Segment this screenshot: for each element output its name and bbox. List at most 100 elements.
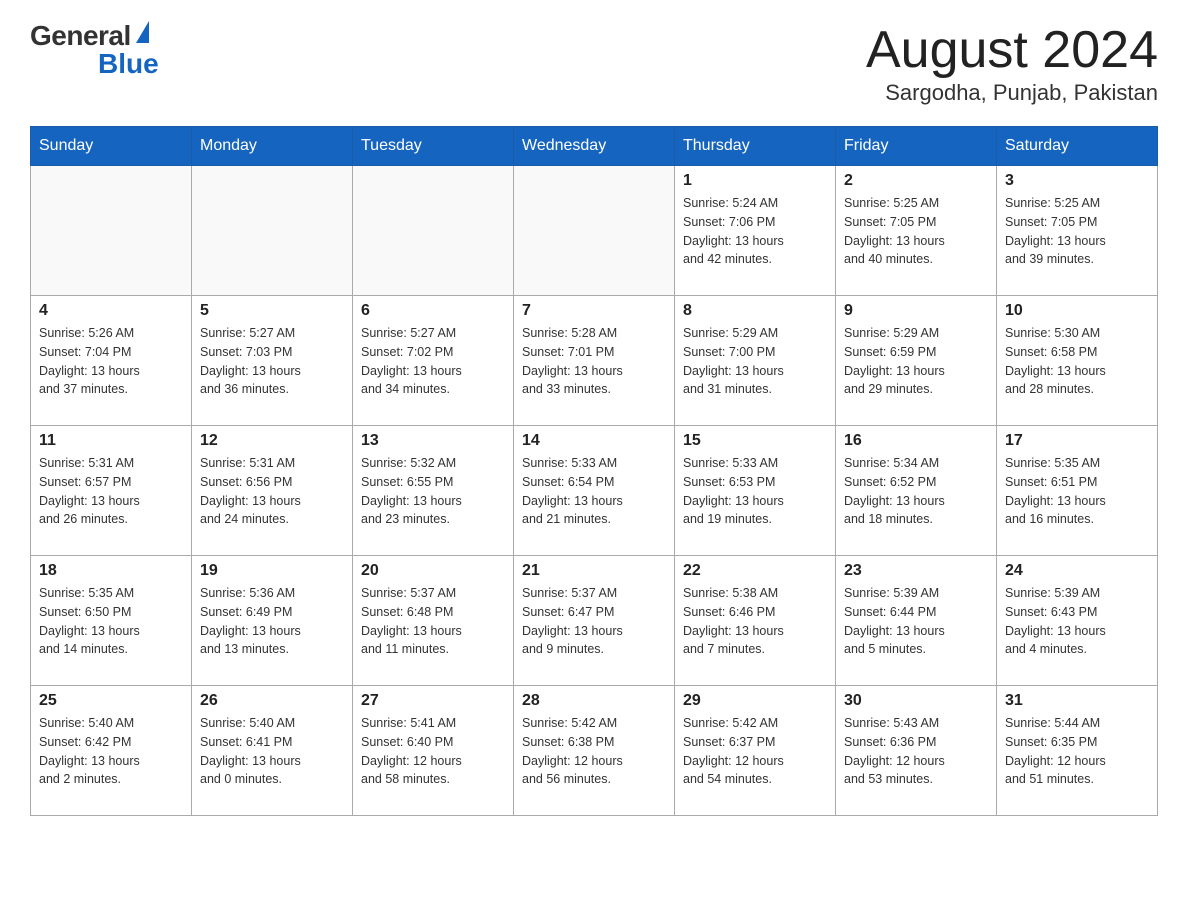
calendar-cell: 10 Sunrise: 5:30 AMSunset: 6:58 PMDayligh… bbox=[997, 296, 1158, 426]
calendar-cell: 4Sunrise: 5:26 AMSunset: 7:04 PMDaylight… bbox=[31, 296, 192, 426]
day-number: 3 bbox=[1005, 172, 1149, 190]
day-number: 5 bbox=[200, 302, 344, 320]
calendar-header-saturday: Saturday bbox=[997, 127, 1158, 166]
day-info: Sunrise: 5:25 AMSunset: 7:05 PMDaylight:… bbox=[844, 194, 988, 269]
day-info: Sunrise: 5:33 AMSunset: 6:53 PMDaylight:… bbox=[683, 454, 827, 529]
day-info: Sunrise: 5:40 AMSunset: 6:41 PMDaylight:… bbox=[200, 714, 344, 789]
day-number: 10 bbox=[1005, 302, 1149, 320]
day-info: Sunrise: 5:30 AMSunset: 6:58 PMDaylight:… bbox=[1005, 324, 1149, 399]
calendar-cell: 16Sunrise: 5:34 AMSunset: 6:52 PMDayligh… bbox=[836, 426, 997, 556]
day-number: 18 bbox=[39, 562, 183, 580]
day-number: 30 bbox=[844, 692, 988, 710]
calendar-cell: 27 Sunrise: 5:41 AMSunset: 6:40 PMDayligh… bbox=[353, 686, 514, 816]
calendar-header-thursday: Thursday bbox=[675, 127, 836, 166]
day-number: 23 bbox=[844, 562, 988, 580]
day-info: Sunrise: 5:35 AMSunset: 6:50 PMDaylight:… bbox=[39, 584, 183, 659]
calendar-cell: 6 Sunrise: 5:27 AMSunset: 7:02 PMDaylight… bbox=[353, 296, 514, 426]
day-number: 16 bbox=[844, 432, 988, 450]
page-header: General Blue August 2024 Sargodha, Punja… bbox=[30, 20, 1158, 106]
day-info: Sunrise: 5:31 AMSunset: 6:56 PMDaylight:… bbox=[200, 454, 344, 529]
day-info: Sunrise: 5:36 AMSunset: 6:49 PMDaylight:… bbox=[200, 584, 344, 659]
day-info: Sunrise: 5:40 AMSunset: 6:42 PMDaylight:… bbox=[39, 714, 183, 789]
day-info: Sunrise: 5:38 AMSunset: 6:46 PMDaylight:… bbox=[683, 584, 827, 659]
calendar-table: SundayMondayTuesdayWednesdayThursdayFrid… bbox=[30, 126, 1158, 816]
calendar-header-wednesday: Wednesday bbox=[514, 127, 675, 166]
logo: General Blue bbox=[30, 20, 159, 80]
day-info: Sunrise: 5:27 AMSunset: 7:03 PMDaylight:… bbox=[200, 324, 344, 399]
calendar-week-row: 25Sunrise: 5:40 AMSunset: 6:42 PMDayligh… bbox=[31, 686, 1158, 816]
calendar-cell bbox=[31, 166, 192, 296]
day-info: Sunrise: 5:33 AMSunset: 6:54 PMDaylight:… bbox=[522, 454, 666, 529]
calendar-cell: 12 Sunrise: 5:31 AMSunset: 6:56 PMDayligh… bbox=[192, 426, 353, 556]
day-number: 4 bbox=[39, 302, 183, 320]
calendar-cell: 11 Sunrise: 5:31 AMSunset: 6:57 PMDayligh… bbox=[31, 426, 192, 556]
day-info: Sunrise: 5:25 AMSunset: 7:05 PMDaylight:… bbox=[1005, 194, 1149, 269]
calendar-header-friday: Friday bbox=[836, 127, 997, 166]
day-info: Sunrise: 5:35 AMSunset: 6:51 PMDaylight:… bbox=[1005, 454, 1149, 529]
day-number: 26 bbox=[200, 692, 344, 710]
day-number: 17 bbox=[1005, 432, 1149, 450]
day-info: Sunrise: 5:42 AMSunset: 6:37 PMDaylight:… bbox=[683, 714, 827, 789]
day-number: 31 bbox=[1005, 692, 1149, 710]
calendar-cell: 5 Sunrise: 5:27 AMSunset: 7:03 PMDaylight… bbox=[192, 296, 353, 426]
month-year-title: August 2024 bbox=[866, 20, 1158, 80]
calendar-cell: 15 Sunrise: 5:33 AMSunset: 6:53 PMDayligh… bbox=[675, 426, 836, 556]
day-info: Sunrise: 5:31 AMSunset: 6:57 PMDaylight:… bbox=[39, 454, 183, 529]
calendar-header-row: SundayMondayTuesdayWednesdayThursdayFrid… bbox=[31, 127, 1158, 166]
calendar-cell: 26 Sunrise: 5:40 AMSunset: 6:41 PMDayligh… bbox=[192, 686, 353, 816]
day-number: 28 bbox=[522, 692, 666, 710]
calendar-cell: 23Sunrise: 5:39 AMSunset: 6:44 PMDayligh… bbox=[836, 556, 997, 686]
day-info: Sunrise: 5:42 AMSunset: 6:38 PMDaylight:… bbox=[522, 714, 666, 789]
day-info: Sunrise: 5:41 AMSunset: 6:40 PMDaylight:… bbox=[361, 714, 505, 789]
day-info: Sunrise: 5:28 AMSunset: 7:01 PMDaylight:… bbox=[522, 324, 666, 399]
calendar-cell: 18 Sunrise: 5:35 AMSunset: 6:50 PMDayligh… bbox=[31, 556, 192, 686]
day-info: Sunrise: 5:27 AMSunset: 7:02 PMDaylight:… bbox=[361, 324, 505, 399]
day-number: 7 bbox=[522, 302, 666, 320]
calendar-cell: 2 Sunrise: 5:25 AMSunset: 7:05 PMDaylight… bbox=[836, 166, 997, 296]
day-info: Sunrise: 5:32 AMSunset: 6:55 PMDaylight:… bbox=[361, 454, 505, 529]
day-number: 8 bbox=[683, 302, 827, 320]
calendar-cell: 14 Sunrise: 5:33 AMSunset: 6:54 PMDayligh… bbox=[514, 426, 675, 556]
day-number: 13 bbox=[361, 432, 505, 450]
calendar-cell: 24Sunrise: 5:39 AMSunset: 6:43 PMDayligh… bbox=[997, 556, 1158, 686]
day-info: Sunrise: 5:24 AMSunset: 7:06 PMDaylight:… bbox=[683, 194, 827, 269]
location-subtitle: Sargodha, Punjab, Pakistan bbox=[866, 80, 1158, 106]
day-number: 12 bbox=[200, 432, 344, 450]
calendar-header-tuesday: Tuesday bbox=[353, 127, 514, 166]
day-number: 1 bbox=[683, 172, 827, 190]
day-number: 6 bbox=[361, 302, 505, 320]
day-number: 24 bbox=[1005, 562, 1149, 580]
day-number: 2 bbox=[844, 172, 988, 190]
calendar-cell: 30 Sunrise: 5:43 AMSunset: 6:36 PMDayligh… bbox=[836, 686, 997, 816]
calendar-header-sunday: Sunday bbox=[31, 127, 192, 166]
day-number: 29 bbox=[683, 692, 827, 710]
day-number: 21 bbox=[522, 562, 666, 580]
calendar-cell: 17 Sunrise: 5:35 AMSunset: 6:51 PMDayligh… bbox=[997, 426, 1158, 556]
day-info: Sunrise: 5:29 AMSunset: 6:59 PMDaylight:… bbox=[844, 324, 988, 399]
calendar-cell: 22Sunrise: 5:38 AMSunset: 6:46 PMDayligh… bbox=[675, 556, 836, 686]
day-number: 15 bbox=[683, 432, 827, 450]
day-info: Sunrise: 5:37 AMSunset: 6:47 PMDaylight:… bbox=[522, 584, 666, 659]
calendar-cell: 21 Sunrise: 5:37 AMSunset: 6:47 PMDayligh… bbox=[514, 556, 675, 686]
day-info: Sunrise: 5:44 AMSunset: 6:35 PMDaylight:… bbox=[1005, 714, 1149, 789]
logo-blue-text: Blue bbox=[98, 48, 159, 79]
calendar-cell: 20Sunrise: 5:37 AMSunset: 6:48 PMDayligh… bbox=[353, 556, 514, 686]
calendar-cell: 19 Sunrise: 5:36 AMSunset: 6:49 PMDayligh… bbox=[192, 556, 353, 686]
calendar-cell bbox=[192, 166, 353, 296]
day-number: 27 bbox=[361, 692, 505, 710]
title-block: August 2024 Sargodha, Punjab, Pakistan bbox=[866, 20, 1158, 106]
calendar-cell: 1 Sunrise: 5:24 AMSunset: 7:06 PMDaylight… bbox=[675, 166, 836, 296]
day-number: 11 bbox=[39, 432, 183, 450]
day-info: Sunrise: 5:43 AMSunset: 6:36 PMDaylight:… bbox=[844, 714, 988, 789]
day-info: Sunrise: 5:37 AMSunset: 6:48 PMDaylight:… bbox=[361, 584, 505, 659]
calendar-cell: 29 Sunrise: 5:42 AMSunset: 6:37 PMDayligh… bbox=[675, 686, 836, 816]
calendar-week-row: 1 Sunrise: 5:24 AMSunset: 7:06 PMDaylight… bbox=[31, 166, 1158, 296]
day-number: 9 bbox=[844, 302, 988, 320]
calendar-cell: 7 Sunrise: 5:28 AMSunset: 7:01 PMDaylight… bbox=[514, 296, 675, 426]
day-number: 14 bbox=[522, 432, 666, 450]
calendar-cell: 31 Sunrise: 5:44 AMSunset: 6:35 PMDayligh… bbox=[997, 686, 1158, 816]
calendar-header-monday: Monday bbox=[192, 127, 353, 166]
calendar-cell bbox=[353, 166, 514, 296]
day-number: 19 bbox=[200, 562, 344, 580]
calendar-cell bbox=[514, 166, 675, 296]
